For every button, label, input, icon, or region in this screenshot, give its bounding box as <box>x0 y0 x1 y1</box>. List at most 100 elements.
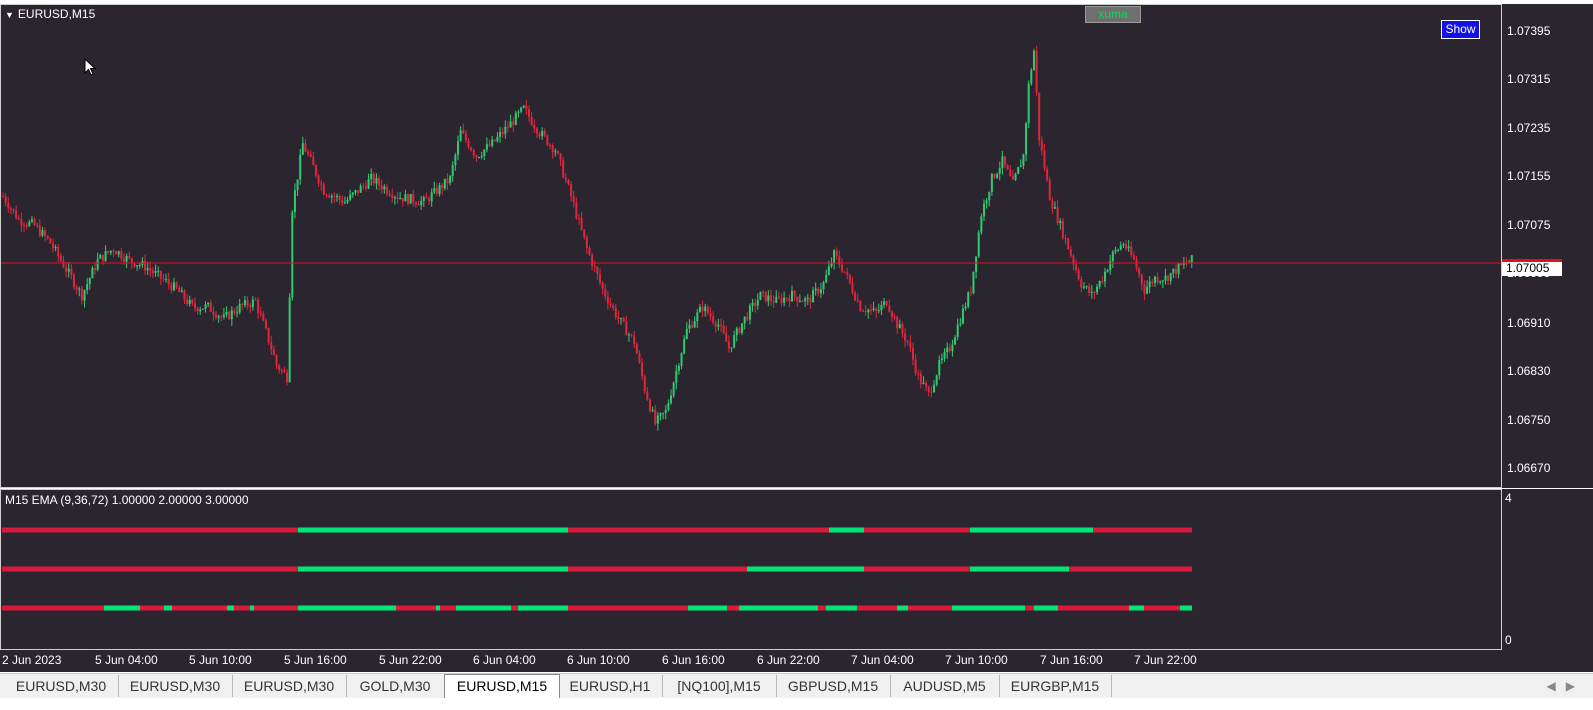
candle-body <box>701 306 704 312</box>
candle-body <box>262 314 265 321</box>
candle-body <box>1075 264 1078 270</box>
candle-body <box>977 232 980 257</box>
candle-body <box>967 292 970 307</box>
candle-body <box>480 155 483 158</box>
candle-body <box>664 409 667 413</box>
candle-body <box>883 301 886 305</box>
candle-body <box>993 173 996 178</box>
candle-body <box>146 268 149 271</box>
candle-body <box>609 303 612 306</box>
candle-body <box>662 412 665 414</box>
candle-body <box>88 278 91 285</box>
candle-body <box>193 303 196 308</box>
chart-tab[interactable]: EURUSD,M30 <box>232 675 347 697</box>
candle-body <box>393 197 396 199</box>
candle-body <box>41 230 44 236</box>
candle-body <box>12 208 15 211</box>
candle-body <box>961 308 964 324</box>
chart-tab[interactable]: EURUSD,H1 <box>558 675 663 697</box>
candle-body <box>67 268 70 272</box>
candle-body <box>712 316 715 323</box>
candle-body <box>528 109 530 118</box>
candle-body <box>641 362 644 377</box>
candle-body <box>1146 287 1149 294</box>
candle-body <box>138 264 141 266</box>
candle-body <box>125 255 128 262</box>
candle-body <box>1069 249 1072 256</box>
candle-body <box>772 300 775 303</box>
candle-body <box>186 299 189 304</box>
candle-body <box>859 300 862 312</box>
candle-body <box>472 150 475 156</box>
candle-body <box>546 135 549 145</box>
candle-body <box>622 317 625 322</box>
candle-body <box>175 282 178 288</box>
candle-body <box>107 251 110 253</box>
candle-body <box>1077 269 1080 280</box>
candle-body <box>541 130 544 137</box>
candle-body <box>733 335 736 348</box>
candle-body <box>788 298 791 302</box>
candle-body <box>751 302 754 306</box>
candle-body <box>856 300 859 302</box>
candle-body <box>391 195 394 199</box>
candle-body <box>196 307 199 312</box>
main-chart[interactable]: ▼ EURUSD,M15 xuma Show 1.07395 1.07315 1.07… <box>0 0 1593 490</box>
candle-body <box>796 296 799 302</box>
candle-body <box>1130 246 1133 256</box>
candle-body <box>144 260 147 271</box>
time-tick-label: 7 Jun 10:00 <box>945 653 1008 667</box>
candle-body <box>46 236 49 239</box>
candle-body <box>462 130 465 134</box>
candle-body <box>862 311 865 313</box>
candle-body <box>627 334 630 336</box>
chart-tab[interactable]: EURUSD,M15 <box>444 674 560 699</box>
candle-body <box>167 279 170 285</box>
candle-body <box>806 297 809 299</box>
candle-body <box>293 190 296 213</box>
candle-body <box>1059 220 1062 224</box>
tab-scroll-arrows-icon[interactable]: ◀▶ <box>1547 679 1585 693</box>
indicator-panel[interactable] <box>0 489 1502 650</box>
candle-body <box>412 194 415 203</box>
candle-body <box>1080 279 1083 288</box>
candle-body <box>1061 220 1064 238</box>
candle-body <box>1032 50 1035 71</box>
candle-body <box>17 218 20 220</box>
dropdown-triangle-icon[interactable]: ▼ <box>5 10 14 20</box>
candle-body <box>683 338 686 354</box>
candle-body <box>246 300 249 306</box>
show-button[interactable]: Show <box>1441 20 1480 39</box>
candle-body <box>517 111 520 113</box>
candle-body <box>604 288 607 297</box>
candle-body <box>191 299 194 304</box>
candle-body <box>1017 167 1020 174</box>
candle-body <box>154 270 157 273</box>
candle-body <box>446 178 449 184</box>
candle-body <box>1014 173 1017 180</box>
candle-body <box>283 370 286 373</box>
candle-body <box>996 173 999 178</box>
candle-body <box>425 197 428 199</box>
candle-body <box>709 313 712 317</box>
chart-tab[interactable]: EURUSD,M30 <box>118 675 233 697</box>
chart-tab[interactable]: GBPUSD,M15 <box>776 675 891 697</box>
candle-body <box>338 195 341 200</box>
candle-body <box>654 409 657 424</box>
candle-body <box>538 133 541 137</box>
candle-body <box>835 250 838 257</box>
candle-body <box>1090 291 1093 294</box>
candle-body <box>599 273 602 283</box>
chart-tab[interactable]: EURGBP,M15 <box>999 675 1112 697</box>
candle-body <box>754 302 757 306</box>
chart-tab[interactable]: [NQ100],M15 <box>662 675 777 697</box>
candle-body <box>509 121 512 128</box>
symbol-title[interactable]: ▼ EURUSD,M15 <box>5 7 95 21</box>
chart-tab[interactable]: EURUSD,M30 <box>4 675 119 697</box>
chart-tab-bar: EURUSD,M30 EURUSD,M30 EURUSD,M30 GOLD,M30 EU… <box>0 673 1593 699</box>
candle-body <box>296 179 299 191</box>
candle-body <box>985 200 988 204</box>
chart-tab[interactable]: GOLD,M30 <box>346 675 445 697</box>
chart-tab[interactable]: AUDUSD,M5 <box>890 675 1000 697</box>
xuma-button[interactable]: xuma <box>1085 6 1141 23</box>
